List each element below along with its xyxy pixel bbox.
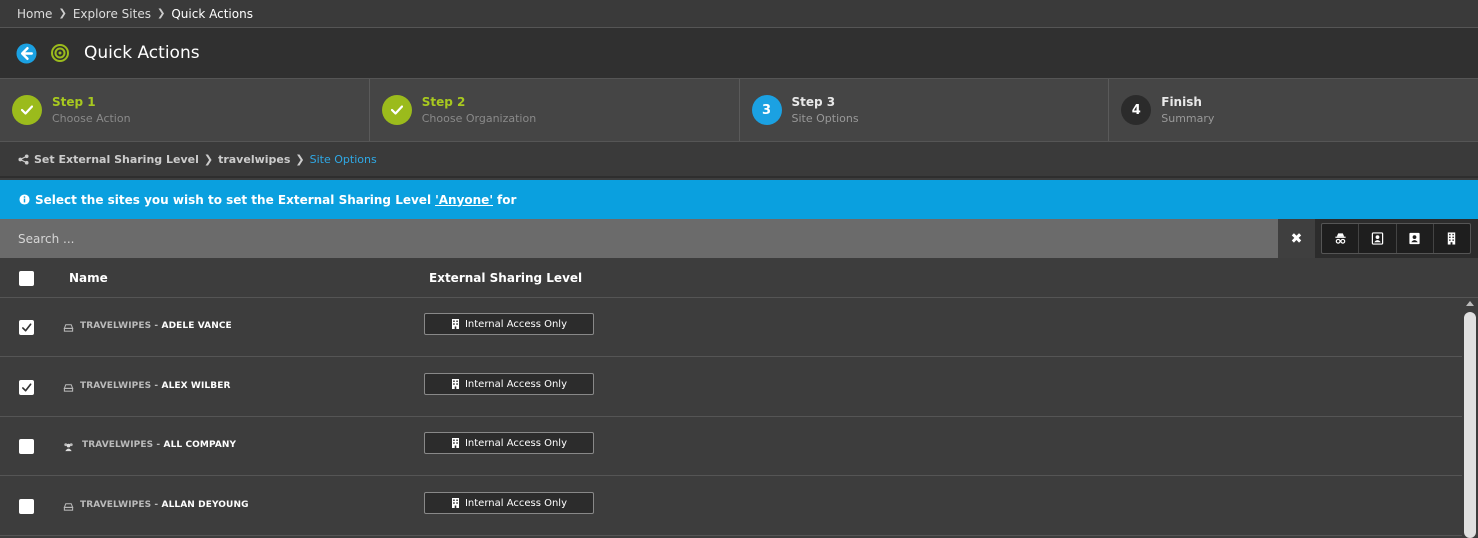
action-breadcrumb: Set External Sharing Level ❯ travelwipes… [0,142,1478,178]
chevron-right-icon: ❯ [203,152,214,166]
row-checkbox[interactable] [19,439,34,454]
scrollbar-thumb[interactable] [1464,312,1476,538]
info-banner: Select the sites you wish to set the Ext… [0,180,1478,219]
action-breadcrumb-org[interactable]: travelwipes [218,153,290,166]
scroll-up-arrow-icon[interactable] [1466,301,1474,306]
breadcrumb-quick-actions: Quick Actions [171,6,253,21]
contact-card-icon [1371,232,1384,245]
site-name[interactable]: TRAVELWIPES - ALLAN DEYOUNG [80,500,249,510]
site-icon [63,503,74,511]
site-name[interactable]: TRAVELWIPES - ALEX WILBER [80,381,230,391]
column-header-name[interactable]: Name [69,271,108,285]
share-icon [18,153,29,165]
target-icon [51,44,69,62]
list-scrollbar[interactable] [1462,298,1478,538]
add-contact-icon [1409,232,1420,245]
sharing-level-button[interactable]: Internal Access Only [424,432,594,454]
step-title: Step 2 [421,95,466,109]
clear-search-button[interactable]: ✖ [1278,219,1315,258]
building-icon [451,379,459,389]
info-icon [19,194,30,205]
wizard-steps: Step 1 Choose Action Step 2 Choose Organ… [0,78,1478,142]
banner-suffix: for [497,192,517,207]
chevron-right-icon: ❯ [156,8,166,19]
chevron-right-icon: ❯ [295,152,305,166]
site-icon [63,384,74,392]
close-icon: ✖ [1290,230,1303,247]
step-title: Step 1 [52,95,96,109]
back-arrow-icon[interactable] [16,42,37,64]
sharing-level-button[interactable]: Internal Access Only [424,492,594,514]
building-icon [451,438,459,448]
step-1[interactable]: Step 1 Choose Action [0,79,370,141]
check-icon [12,95,42,125]
step-subtitle: Site Options [791,112,859,125]
filter-anonymous-button[interactable] [1322,224,1360,253]
step-title: Step 3 [791,95,836,109]
sharing-level-button[interactable]: Internal Access Only [424,313,594,335]
group-icon [64,443,73,452]
building-icon [1448,232,1456,245]
search-input[interactable] [0,219,1278,258]
banner-level-link[interactable]: 'Anyone' [435,193,493,207]
site-name[interactable]: TRAVELWIPES - ALL COMPANY [82,440,236,450]
row-checkbox[interactable] [19,320,34,335]
filter-internal-only-button[interactable] [1434,224,1470,253]
check-icon [22,323,32,332]
filter-new-and-existing-guests-button[interactable] [1397,224,1434,253]
banner-text: Select the sites you wish to set the Ext… [35,192,432,207]
table-row[interactable]: TRAVELWIPES - ADELE VANCE Internal Acces… [0,298,1462,357]
step-3[interactable]: 3 Step 3 Site Options [740,79,1110,141]
step-subtitle: Summary [1161,112,1215,125]
column-header-sharing-level[interactable]: External Sharing Level [429,271,582,285]
step-2[interactable]: Step 2 Choose Organization [370,79,740,141]
action-breadcrumb-current: Site Options [309,152,377,166]
step-title: Finish [1161,95,1202,109]
chevron-right-icon: ❯ [58,8,67,19]
site-list: TRAVELWIPES - ADELE VANCE Internal Acces… [0,298,1462,538]
building-icon [451,319,459,329]
step-subtitle: Choose Organization [421,112,537,125]
incognito-icon [1335,233,1346,244]
table-header: Name External Sharing Level [0,258,1478,298]
page-title: Quick Actions [84,43,200,63]
breadcrumb-home[interactable]: Home [17,7,52,21]
filter-button-group [1321,223,1471,254]
step-number-badge: 3 [751,95,782,125]
row-checkbox[interactable] [19,380,34,395]
site-name[interactable]: TRAVELWIPES - ADELE VANCE [80,321,232,331]
step-number-badge: 4 [1121,95,1152,125]
step-finish[interactable]: 4 Finish Summary [1109,79,1478,141]
action-breadcrumb-action[interactable]: Set External Sharing Level [34,153,199,166]
breadcrumb-explore-sites[interactable]: Explore Sites [73,7,151,21]
table-row[interactable]: TRAVELWIPES - ALEX WILBER Internal Acces… [0,358,1462,417]
site-icon [63,324,74,332]
building-icon [451,498,459,508]
search-row: ✖ [0,219,1478,258]
title-bar: Quick Actions [0,28,1478,78]
breadcrumb: Home ❯ Explore Sites ❯ Quick Actions [0,0,1478,28]
step-subtitle: Choose Action [52,112,131,125]
select-all-checkbox[interactable] [19,271,34,286]
check-icon [22,383,32,392]
table-row[interactable]: TRAVELWIPES - ALL COMPANY Internal Acces… [0,417,1462,476]
filter-existing-guests-button[interactable] [1359,224,1397,253]
table-row[interactable]: TRAVELWIPES - ALLAN DEYOUNG Internal Acc… [0,477,1462,536]
sharing-level-button[interactable]: Internal Access Only [424,373,594,395]
check-icon [381,95,412,125]
row-checkbox[interactable] [19,499,34,514]
